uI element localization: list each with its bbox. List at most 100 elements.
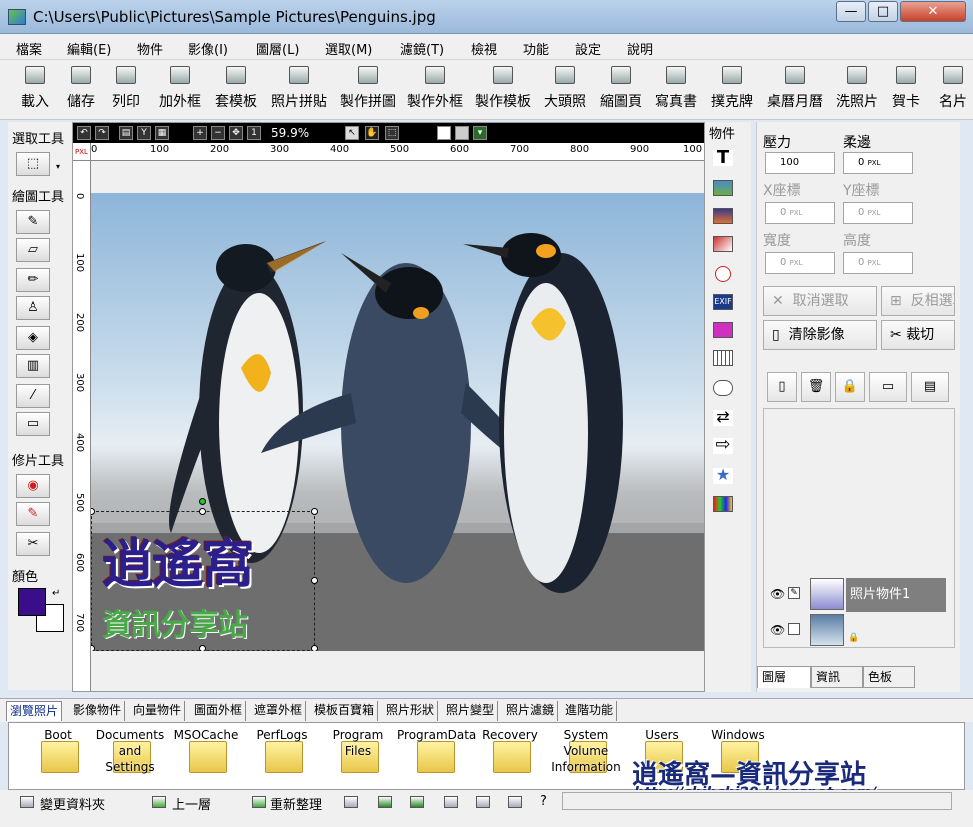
change-folder-button[interactable]: 變更資料夾: [40, 794, 105, 813]
menu-help[interactable]: 說明: [627, 39, 653, 58]
link-checkbox[interactable]: [788, 623, 800, 635]
folder-item[interactable]: Boot: [21, 727, 95, 787]
penguins-photo[interactable]: 逍遙窩 資訊分享站: [91, 193, 704, 651]
foreground-color-swatch[interactable]: [18, 588, 46, 616]
bg-gray-swatch[interactable]: [455, 126, 469, 140]
layer-row[interactable]: 👁 ✎ 照片物件1: [764, 577, 954, 613]
up-one-level-button[interactable]: 上一層: [172, 794, 211, 813]
eye-view-icon[interactable]: [344, 796, 358, 808]
photo-collage-button[interactable]: 照片拼貼: [266, 66, 332, 111]
menu-file[interactable]: 檔案: [16, 39, 42, 58]
menu-layer[interactable]: 圖層(L): [256, 39, 299, 58]
maximize-button[interactable]: □: [868, 1, 898, 22]
menu-edit[interactable]: 編輯(E): [67, 39, 111, 58]
monitor-icon[interactable]: ▭: [869, 372, 907, 402]
zoom-out-icon[interactable]: −: [211, 126, 225, 140]
tab-template-box[interactable]: 模板百寶箱: [311, 701, 379, 721]
stamp-tool[interactable]: ♙: [16, 296, 50, 320]
photo-book-button[interactable]: 寫真書: [651, 66, 701, 111]
thumbnail-page-button[interactable]: 縮圖頁: [596, 66, 646, 111]
clock-icon[interactable]: [715, 266, 731, 282]
folder-item[interactable]: Program Files: [321, 727, 395, 787]
close-button[interactable]: ✕: [900, 1, 966, 22]
eyedropper-tool[interactable]: ⁄: [16, 384, 50, 408]
folder-item[interactable]: Documents and Settings: [93, 727, 167, 787]
tab-photo-filters[interactable]: 照片濾鏡: [503, 701, 559, 721]
bg-menu-icon[interactable]: ▾: [473, 126, 487, 140]
tab-photo-shapes[interactable]: 照片形狀: [383, 701, 439, 721]
line-arrows-icon[interactable]: ⇄: [713, 409, 733, 426]
folder-item[interactable]: ProgramData: [397, 727, 476, 787]
tab-photo-warp[interactable]: 照片變型: [443, 701, 499, 721]
resize-handle[interactable]: [199, 645, 206, 651]
greeting-card-button[interactable]: 賀卡: [888, 66, 924, 111]
save-button[interactable]: 儲存: [64, 66, 98, 111]
menu-object[interactable]: 物件: [137, 39, 163, 58]
copy-icon[interactable]: ▤: [119, 126, 133, 140]
width-field[interactable]: 0 PXL: [765, 252, 835, 274]
cancel-selection-button[interactable]: ✕ 取消選取: [763, 286, 877, 316]
menu-select[interactable]: 選取(M): [325, 39, 372, 58]
lock-icon[interactable]: 🔒: [835, 372, 865, 402]
frame-object-icon[interactable]: [713, 236, 733, 252]
trash-icon[interactable]: 🗑: [801, 372, 831, 402]
retouch-brush-tool[interactable]: ✎: [16, 502, 50, 526]
resize-handle[interactable]: [91, 508, 95, 515]
print-button[interactable]: 列印: [109, 66, 143, 111]
resize-handle[interactable]: [311, 645, 318, 651]
menu-function[interactable]: 功能: [523, 39, 549, 58]
tab-image-objects[interactable]: 影像物件: [70, 701, 126, 721]
photo-object-icon[interactable]: [713, 208, 733, 224]
inverse-selection-button[interactable]: ⊞ 反相選取: [881, 286, 955, 316]
pointer-icon[interactable]: ↖: [345, 126, 359, 140]
redeye-tool[interactable]: ◉: [16, 474, 50, 498]
calendar-button[interactable]: 桌曆月曆: [762, 66, 828, 111]
tab-browse-photos[interactable]: 瀏覽照片: [6, 701, 63, 721]
speech-bubble-icon[interactable]: [713, 380, 733, 396]
folder-item[interactable]: PerfLogs: [245, 727, 319, 787]
pressure-field[interactable]: 100: [765, 152, 835, 174]
view-list-icon[interactable]: [476, 796, 490, 808]
folder-item[interactable]: Recovery: [473, 727, 547, 787]
fit-icon[interactable]: ✥: [229, 126, 243, 140]
crop-button[interactable]: ✂ 裁切: [881, 320, 955, 350]
view-details-icon[interactable]: [508, 796, 522, 808]
eraser-tool[interactable]: ▱: [16, 238, 50, 262]
fill-tool[interactable]: ◈: [16, 326, 50, 350]
calendar-grid-icon[interactable]: [713, 350, 733, 366]
star-shape-icon[interactable]: ★: [713, 467, 733, 484]
menu-filter[interactable]: 濾鏡(T): [400, 39, 444, 58]
brush-link-icon[interactable]: ✎: [788, 587, 800, 599]
help-icon[interactable]: ?: [540, 794, 547, 809]
business-card-button[interactable]: 名片: [936, 66, 970, 111]
clone-tool[interactable]: ✂: [16, 532, 50, 556]
zoom-in-icon[interactable]: +: [193, 126, 207, 140]
resize-handle[interactable]: [91, 645, 95, 651]
arrow-shape-icon[interactable]: ⇨: [713, 436, 733, 454]
folder-item[interactable]: System Volume Information: [549, 727, 623, 787]
soft-edge-field[interactable]: 0 PXL: [843, 152, 913, 174]
tab-info[interactable]: 資訊: [811, 666, 863, 688]
y-coord-field[interactable]: 0 PXL: [843, 202, 913, 224]
resize-icon[interactable]: ▦: [155, 126, 169, 140]
shape-tool[interactable]: ▭: [16, 412, 50, 436]
hand-icon[interactable]: ✋: [365, 126, 379, 140]
sort-up-icon[interactable]: [378, 796, 392, 808]
x-coord-field[interactable]: 0 PXL: [765, 202, 835, 224]
tab-advanced[interactable]: 進階功能: [562, 701, 618, 721]
watermark-object[interactable]: 逍遙窩 資訊分享站: [91, 498, 318, 651]
resize-handle[interactable]: [311, 508, 318, 515]
rotate-handle[interactable]: [199, 498, 206, 505]
flip-icon[interactable]: Y: [137, 126, 151, 140]
new-layer-icon[interactable]: ▯: [767, 372, 797, 402]
menu-image[interactable]: 影像(I): [188, 39, 228, 58]
eye-icon[interactable]: 👁: [770, 587, 785, 601]
print-photo-button[interactable]: 洗照片: [832, 66, 882, 111]
tab-layers[interactable]: 圖層: [757, 666, 811, 688]
tab-frames[interactable]: 圖面外框: [191, 701, 247, 721]
make-puzzle-button[interactable]: 製作拼圖: [335, 66, 401, 111]
swap-colors-icon[interactable]: ↵: [52, 588, 60, 599]
pencil-tool[interactable]: ✏: [16, 268, 50, 292]
sort-down-icon[interactable]: [410, 796, 424, 808]
text-icon[interactable]: T: [713, 149, 733, 167]
